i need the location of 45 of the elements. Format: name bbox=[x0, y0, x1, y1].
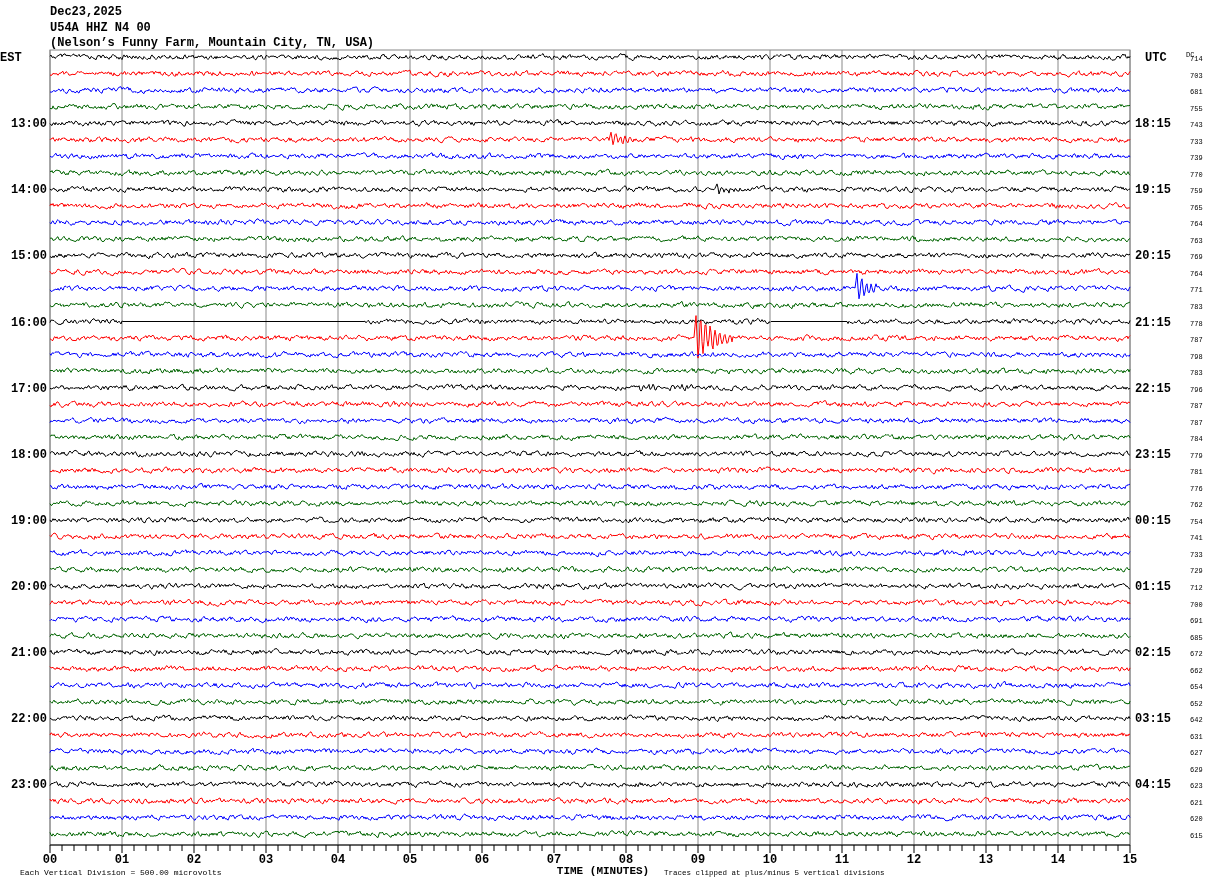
location-label: (Nelson’s Funny Farm, Mountain City, TN, USA) bbox=[50, 36, 375, 50]
est-time-label: 14:00 bbox=[11, 183, 47, 198]
est-time-label: 21:00 bbox=[11, 646, 47, 661]
utc-time-label: 04:15 bbox=[1135, 778, 1171, 793]
est-time-label: 23:00 bbox=[11, 778, 47, 793]
est-time-label: 22:00 bbox=[11, 712, 47, 727]
date-label: Dec23,2025 bbox=[50, 5, 122, 19]
est-time-label: 15:00 bbox=[11, 249, 47, 264]
axis-tick-label: 11 bbox=[834, 853, 850, 867]
axis-tick-label: 04 bbox=[330, 853, 346, 867]
timezone-label: UTC bbox=[1145, 51, 1167, 65]
utc-time-label: 01:15 bbox=[1135, 580, 1171, 594]
axis-tick-label: 01 bbox=[114, 853, 130, 867]
axis-tick-label: 14 bbox=[1050, 853, 1066, 867]
axis-tick-label: 13 bbox=[978, 853, 994, 867]
utc-time-label: 22:15 bbox=[1135, 381, 1171, 396]
axis-tick-label: 09 bbox=[690, 853, 706, 867]
utc-time-label: 19:15 bbox=[1135, 183, 1171, 198]
station-label: U54A HHZ N4 00 bbox=[50, 21, 151, 35]
utc-time-label: 18:15 bbox=[1135, 117, 1171, 132]
utc-time-label: 02:15 bbox=[1135, 646, 1171, 661]
axis-title: TIME (MINUTES) bbox=[556, 865, 650, 877]
axis-tick-label: 05 bbox=[402, 853, 418, 867]
axis-tick-label: 10 bbox=[762, 853, 778, 867]
est-time-label: 16:00 bbox=[11, 315, 47, 330]
axis-tick-label: 02 bbox=[186, 853, 202, 867]
est-time-label: 20:00 bbox=[11, 580, 47, 594]
utc-time-label: 03:15 bbox=[1135, 712, 1171, 727]
axis-tick-label: 15 bbox=[1122, 853, 1138, 867]
axis-tick-label: 07 bbox=[546, 853, 562, 867]
axis-tick-label: 00 bbox=[42, 853, 58, 867]
utc-time-label: 21:15 bbox=[1135, 315, 1171, 330]
axis-tick-label: 06 bbox=[474, 853, 490, 867]
axis-tick-label: 12 bbox=[906, 853, 922, 867]
est-time-label: 13:00 bbox=[11, 117, 47, 132]
utc-time-label: 23:15 bbox=[1135, 447, 1171, 462]
est-time-label: 19:00 bbox=[11, 513, 47, 528]
timezone-label: EST bbox=[0, 51, 22, 65]
utc-time-label: 20:15 bbox=[1135, 249, 1171, 264]
est-time-label: 18:00 bbox=[11, 447, 47, 462]
est-time-label: 17:00 bbox=[11, 381, 47, 396]
axis-tick-label: 03 bbox=[258, 853, 274, 867]
utc-time-label: 00:15 bbox=[1135, 513, 1171, 528]
scale-note: Each Vertical Division = 500.00 microvolts bbox=[20, 868, 222, 877]
axis-tick-label: 08 bbox=[618, 853, 634, 867]
